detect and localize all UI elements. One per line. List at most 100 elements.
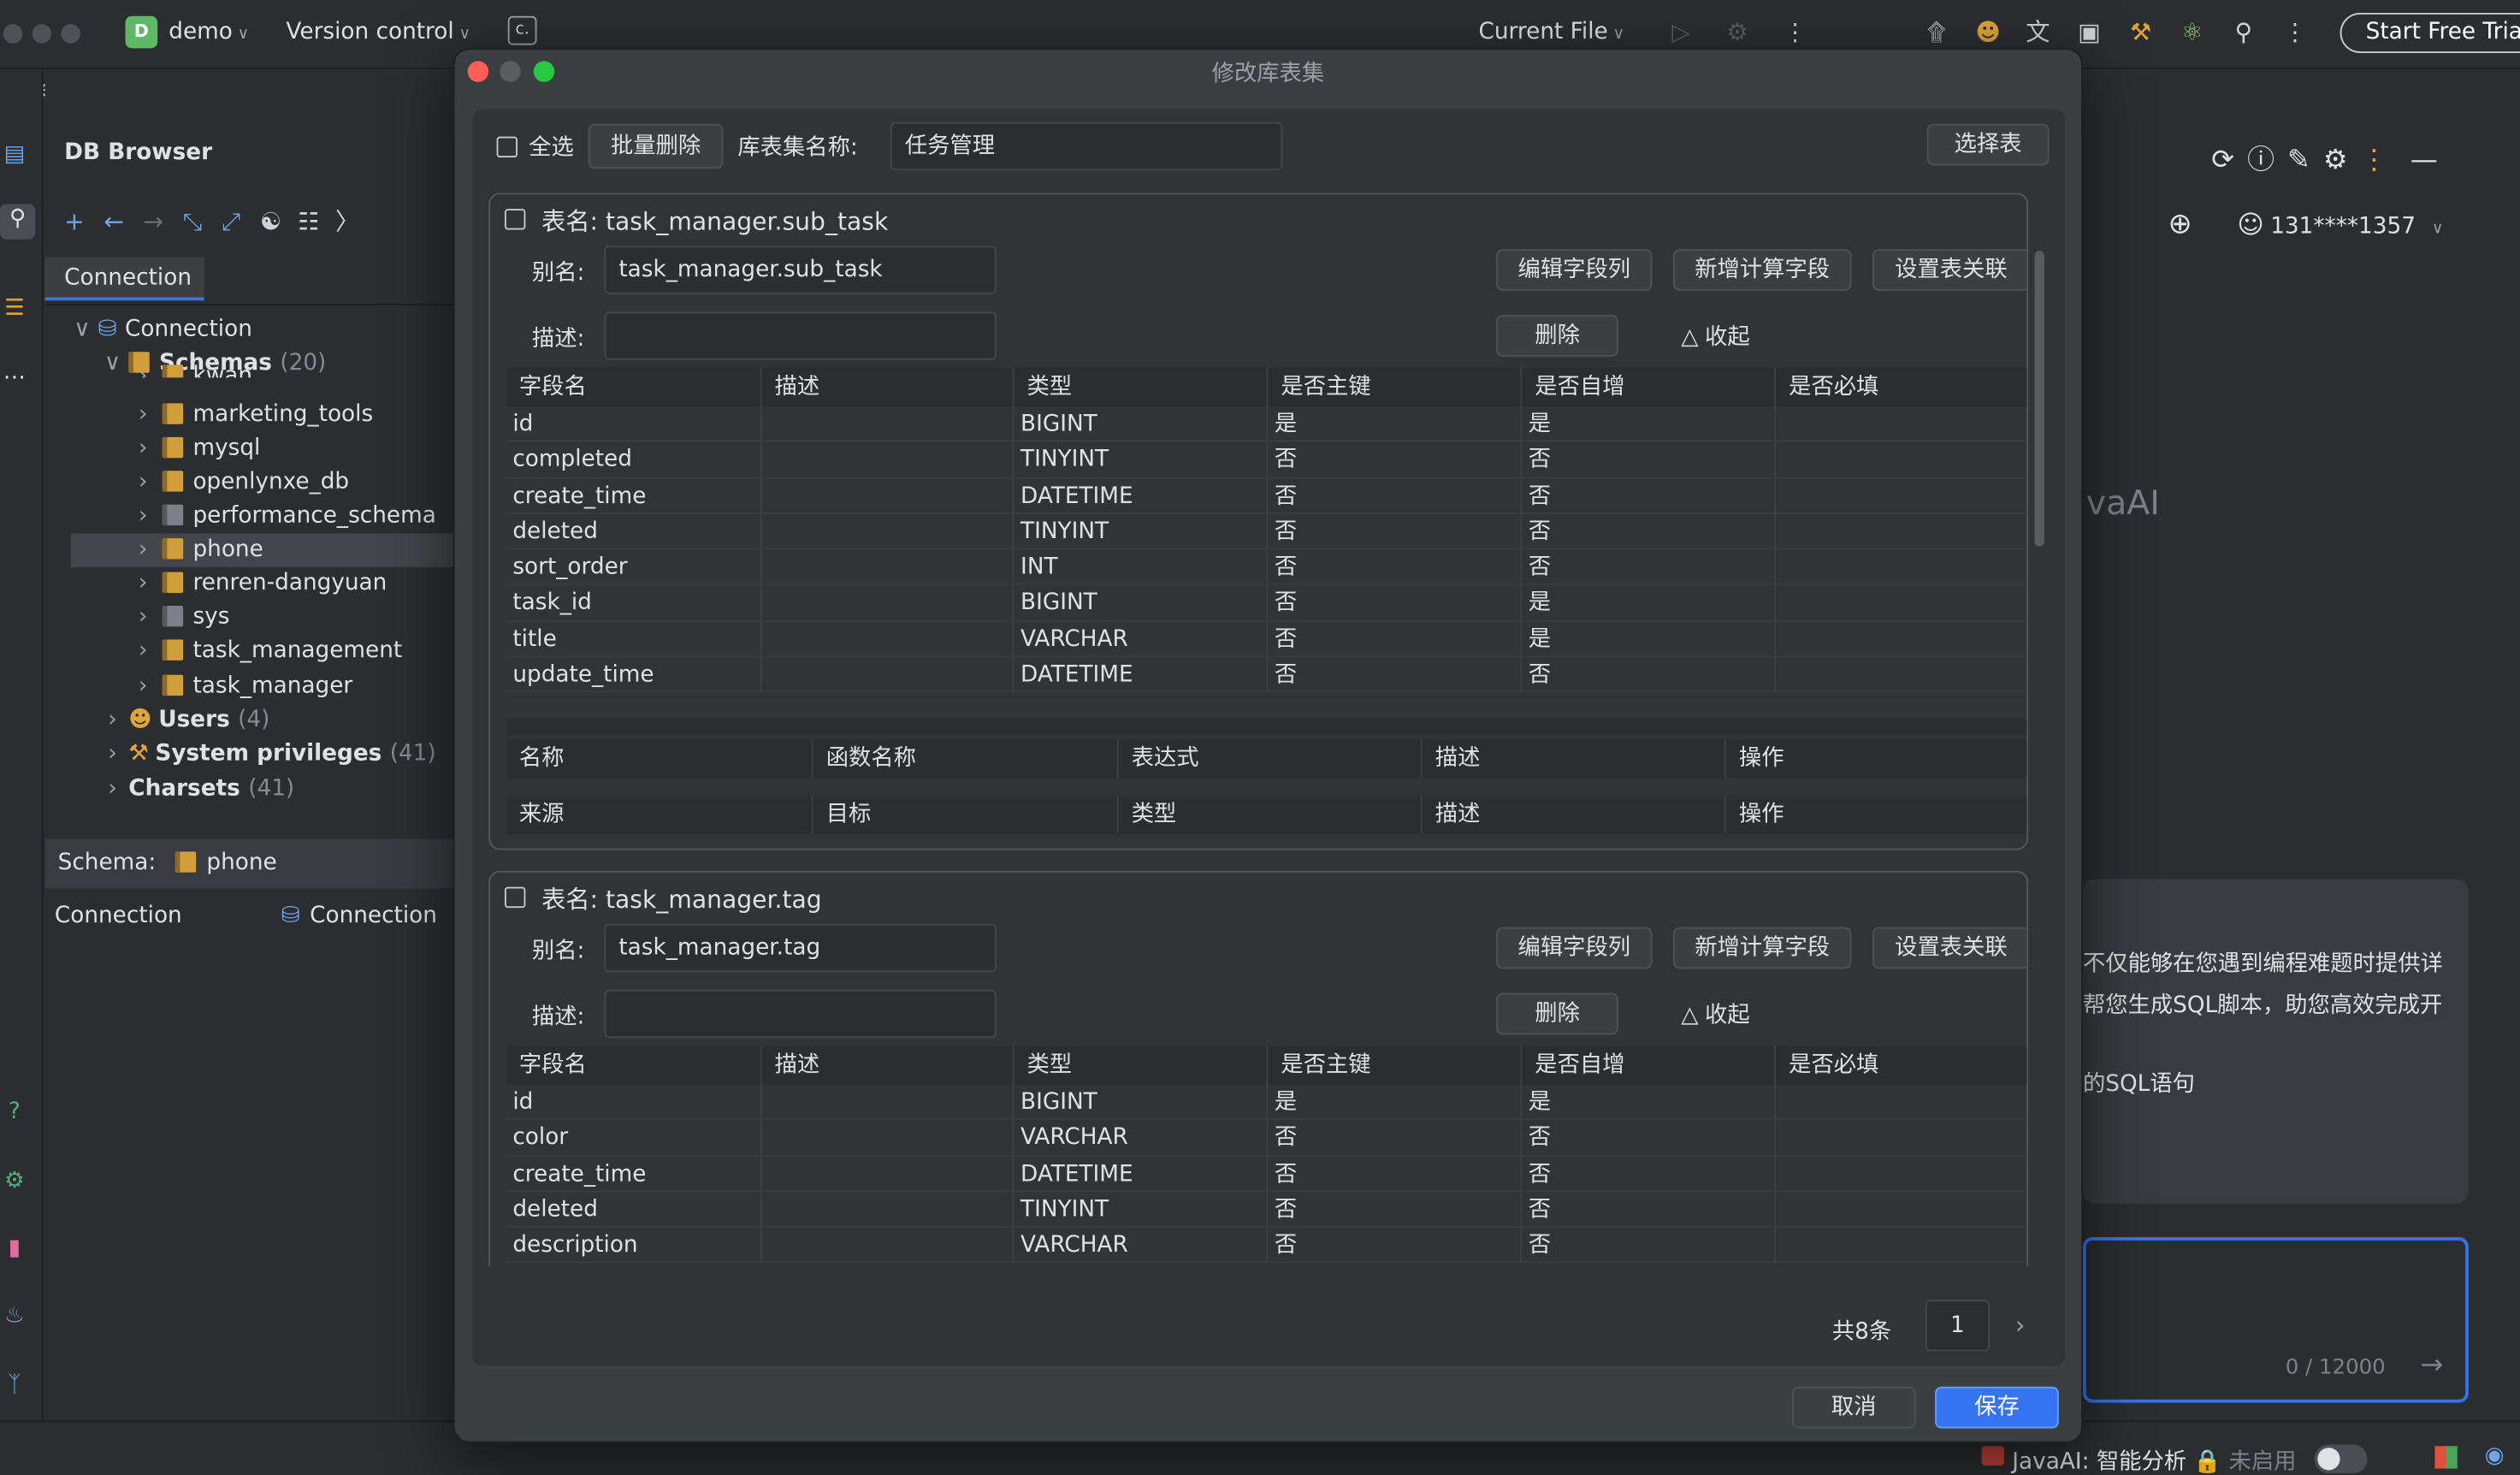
expand-icon[interactable]: ⤡ xyxy=(183,207,203,236)
chevron-right-icon[interactable]: › xyxy=(132,670,154,703)
project-badge[interactable]: D xyxy=(125,15,158,49)
back-icon[interactable]: ← xyxy=(104,207,124,236)
close-window-icon[interactable] xyxy=(3,24,23,44)
set-relation-button[interactable]: 设置表关联 xyxy=(1872,249,2027,291)
chevron-right-icon[interactable]: › xyxy=(132,500,154,533)
edit-columns-button[interactable]: 编辑字段列 xyxy=(1496,927,1653,969)
delete-button[interactable]: 删除 xyxy=(1496,315,1618,357)
sql-history-icon[interactable]: ☷ xyxy=(298,207,319,236)
choose-table-button[interactable]: 选择表 xyxy=(1926,123,2050,166)
chevron-right-icon[interactable]: › xyxy=(132,601,154,634)
column-header[interactable]: 是否自增 xyxy=(1520,368,1774,407)
table-row[interactable]: create_time DATETIME 否否 xyxy=(506,1156,2027,1193)
run-icon[interactable]: ▷ xyxy=(1665,16,1697,49)
chevron-right-icon[interactable]: › xyxy=(132,432,154,465)
collapse-toggle[interactable]: △ 收起 xyxy=(1681,998,1749,1030)
column-header[interactable]: 类型 xyxy=(1012,1046,1267,1085)
table-row[interactable]: completed TINYINT 否否 xyxy=(506,442,2027,478)
column-header[interactable]: 字段名 xyxy=(506,368,760,406)
select-all-checkbox[interactable] xyxy=(496,136,518,158)
tree-node[interactable]: › kwan xyxy=(132,364,252,378)
more-icon[interactable]: ⋮ xyxy=(2361,145,2388,177)
column-header[interactable]: 是否必填 xyxy=(1774,1046,2026,1085)
send-icon[interactable]: → xyxy=(2421,1350,2444,1383)
translate-icon[interactable]: 文 xyxy=(2022,16,2055,49)
table-cards-scroll[interactable]: 表名: task_manager.sub_task 别名: task_manager… xyxy=(472,193,2065,1266)
table-row[interactable]: id BIGINT 是是 xyxy=(506,406,2027,443)
column-header[interactable]: 类型 xyxy=(1012,368,1267,407)
project-selector[interactable]: demo ∨ xyxy=(169,20,249,45)
tree-node[interactable]: › mysql xyxy=(132,432,260,465)
javaai-status[interactable]: JavaAI: 智能分析 🔒 未启用 xyxy=(2012,1444,2296,1475)
run-config-selector[interactable]: Current File ∨ xyxy=(1479,20,1625,45)
tree-node[interactable]: › task_management xyxy=(132,635,402,668)
table-row[interactable]: update_time DATETIME 否否 xyxy=(506,657,2027,694)
chevron-down-icon[interactable]: ∨ xyxy=(71,313,93,347)
chevron-right-icon[interactable]: › xyxy=(132,399,154,432)
kebab-icon[interactable]: ⋮ xyxy=(2279,16,2311,49)
table-row[interactable]: sort_order INT 否否 xyxy=(506,549,2027,586)
column-header[interactable]: 目标 xyxy=(811,795,1117,834)
column-header[interactable]: 类型 xyxy=(1116,795,1423,834)
new-chat-icon[interactable]: ⊕ xyxy=(2168,207,2192,240)
db-browser-icon[interactable]: ⚲ xyxy=(0,204,36,240)
tree-node[interactable]: › sys xyxy=(132,601,230,634)
chevron-right-icon[interactable]: › xyxy=(132,364,154,377)
next-page-icon[interactable]: › xyxy=(2015,1311,2025,1340)
alias-input[interactable]: task_manager.tag xyxy=(604,923,997,973)
edit-icon[interactable]: ✎ xyxy=(2287,145,2310,177)
chevron-down-icon[interactable]: ∨ xyxy=(101,347,123,381)
column-header[interactable]: 是否主键 xyxy=(1266,368,1521,407)
windows-icon[interactable] xyxy=(2434,1446,2458,1469)
add-calc-field-button[interactable]: 新增计算字段 xyxy=(1672,927,1852,969)
table-row[interactable]: deleted TINYINT 否否 xyxy=(506,1192,2027,1229)
chevron-right-icon[interactable]: › xyxy=(132,635,154,668)
batch-delete-button[interactable]: 批量删除 xyxy=(588,123,724,169)
chevron-right-icon[interactable]: › xyxy=(101,704,123,738)
h-scrollbar-track[interactable] xyxy=(506,718,2027,735)
zoom-window-icon[interactable] xyxy=(61,24,80,44)
page-input[interactable]: 1 xyxy=(1925,1300,1990,1352)
search-icon[interactable]: ⚲ xyxy=(2227,16,2260,49)
column-header[interactable]: 是否主键 xyxy=(1266,1046,1521,1085)
add-icon[interactable]: + xyxy=(64,207,85,236)
chevron-right-icon[interactable]: › xyxy=(101,773,123,806)
column-header[interactable]: 字段名 xyxy=(506,1046,760,1085)
collapse-toggle[interactable]: △ 收起 xyxy=(1681,320,1749,352)
tree-node[interactable]: › performance_schema xyxy=(132,500,436,533)
users-icon[interactable]: ☻ xyxy=(1972,16,2004,49)
column-header[interactable]: 表达式 xyxy=(1116,738,1423,778)
chat-input[interactable]: 0 / 12000 → xyxy=(2082,1237,2469,1403)
user-menu[interactable]: ☺ 131****1357 ∨ xyxy=(2237,209,2443,240)
tab-connection[interactable]: Connection xyxy=(44,257,204,301)
table-select-checkbox[interactable] xyxy=(504,886,526,909)
tree-node[interactable]: › phone xyxy=(70,533,453,567)
column-header[interactable]: 名称 xyxy=(506,739,812,778)
desc-input[interactable] xyxy=(604,311,997,360)
tools-icon[interactable]: ⚒ xyxy=(2125,16,2157,49)
column-header[interactable]: 函数名称 xyxy=(811,738,1117,778)
tree-node[interactable]: › Charsets (41) xyxy=(101,773,294,806)
cancel-button[interactable]: 取消 xyxy=(1791,1386,1916,1429)
desc-input[interactable] xyxy=(604,989,997,1039)
set-relation-button[interactable]: 设置表关联 xyxy=(1872,927,2027,969)
monitor-icon[interactable]: ▤ xyxy=(0,139,29,169)
git-icon[interactable]: ᛉ xyxy=(0,1371,29,1400)
column-header[interactable]: 操作 xyxy=(1724,795,2026,834)
minimize-window-icon[interactable] xyxy=(32,24,52,44)
delete-button[interactable]: 删除 xyxy=(1496,992,1618,1035)
more-tools-icon[interactable]: ⋯ xyxy=(0,363,29,392)
collapse-icon[interactable]: ⤢ xyxy=(222,207,241,236)
more-icon[interactable]: ⋮ xyxy=(1779,16,1812,49)
tree-node[interactable]: › ☻ Users (4) xyxy=(101,704,269,738)
spiral-icon[interactable]: ۩ xyxy=(1920,16,1953,49)
save-button[interactable]: 保存 xyxy=(1935,1386,2059,1429)
terminal-icon[interactable]: ▮ xyxy=(0,1234,29,1263)
chevron-right-icon[interactable]: › xyxy=(132,567,154,601)
code-file-icon[interactable]: c. xyxy=(507,15,537,45)
column-header[interactable]: 是否必填 xyxy=(1774,368,2026,407)
column-header[interactable]: 描述 xyxy=(1420,738,1726,778)
tree-node[interactable]: ∨ ⛁ Connection xyxy=(71,313,252,347)
eye-icon[interactable]: ◉ xyxy=(2485,1442,2505,1468)
table-row[interactable]: task_id BIGINT 否是 xyxy=(506,585,2027,622)
